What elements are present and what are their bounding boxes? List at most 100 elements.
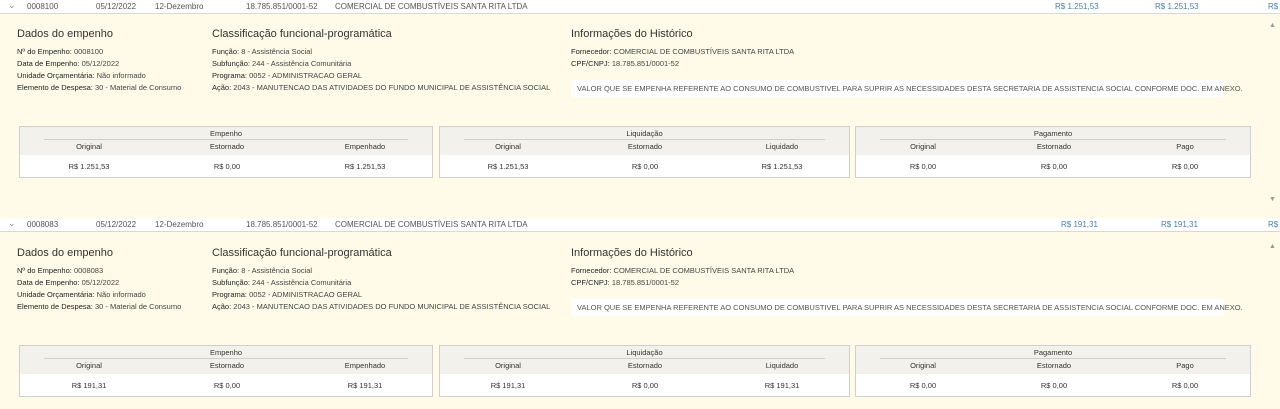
pagamento-card: Pagamento Original Estornado Pago R$ 0,0… [855, 345, 1251, 397]
historico-texto: VALOR QUE SE EMPENHA REFERENTE AO CONSUM… [571, 299, 1243, 316]
row-mes: 12-Dezembro [155, 2, 204, 11]
classificacao-programa: Programa: 0052 - ADMINISTRACAO GERAL [212, 290, 363, 299]
card-value-original: R$ 0,00 [909, 381, 937, 390]
row-valor-liquidado: R$ 1.251,53 [1155, 2, 1199, 11]
card-title: Liquidação [626, 129, 663, 138]
chevron-down-icon[interactable]: ⌄ [8, 0, 16, 11]
historico-fornecedor: Fornecedor: COMERCIAL DE COMBUSTÍVEIS SA… [571, 266, 795, 275]
classificacao-acao: Ação: 2043 - MANUTENCAO DAS ATIVIDADES D… [212, 302, 551, 311]
row-mes: 12-Dezembro [155, 220, 204, 229]
dados-unidade: Unidade Orçamentária: Não informado [17, 290, 146, 299]
row-data: 05/12/2022 [96, 220, 137, 229]
card-title: Empenho [209, 129, 243, 138]
card-divider [44, 139, 408, 140]
card-values: R$ 191,31 R$ 0,00 R$ 191,31 [440, 374, 849, 396]
classificacao-funcao: Função: 8 - Assistência Social [212, 47, 313, 56]
classificacao-subfuncao: Subfunção: 244 - Assistência Comunitária [212, 278, 352, 287]
card-title: Pagamento [1033, 348, 1073, 357]
dados-elemento: Elemento de Despesa: 30 - Material de Co… [17, 302, 182, 311]
card-header-original: Original [910, 361, 936, 370]
card-header-liquidado: Liquidado [765, 361, 799, 370]
historico-title: Informações do Histórico [571, 247, 693, 259]
detail-scrollbar[interactable]: ▲ [1266, 233, 1280, 409]
scroll-up-icon[interactable]: ▲ [1269, 243, 1276, 250]
card-divider [464, 358, 825, 359]
row-valor-pago: R$ [1268, 2, 1279, 11]
classificacao-funcao: Função: 8 - Assistência Social [212, 266, 313, 275]
card-header-estornado: Estornado [1036, 361, 1072, 370]
card-value-empenhado: R$ 191,31 [347, 381, 383, 390]
card-value-original: R$ 1.251,53 [487, 162, 529, 171]
row-numero: 0008100 [27, 2, 59, 11]
card-title: Empenho [209, 348, 243, 357]
card-value-pago: R$ 0,00 [1171, 381, 1199, 390]
card-header-original: Original [76, 361, 102, 370]
detail-scrollbar[interactable]: ▲ ▼ [1266, 14, 1280, 214]
scroll-down-icon[interactable]: ▼ [1269, 196, 1276, 203]
card-header-estornado: Estornado [209, 142, 245, 151]
card-header-original: Original [495, 142, 521, 151]
row-valor-pago: R$ [1268, 220, 1279, 229]
liquidacao-card: Liquidação Original Estornado Liquidado … [439, 345, 850, 397]
card-value-pago: R$ 0,00 [1171, 162, 1199, 171]
row-valor-empenhado: R$ 191,31 [1061, 220, 1098, 229]
card-header-estornado: Estornado [627, 142, 663, 151]
card-values: R$ 0,00 R$ 0,00 R$ 0,00 [856, 374, 1250, 396]
historico-cpf: CPF/CNPJ: 18.785.851/0001-52 [571, 59, 680, 68]
card-value-liquidado: R$ 191,31 [764, 381, 800, 390]
classificacao-programa: Programa: 0052 - ADMINISTRACAO GERAL [212, 71, 363, 80]
classificacao-subfuncao: Subfunção: 244 - Assistência Comunitária [212, 59, 352, 68]
empenho-row[interactable]: ⌄ 0008083 05/12/2022 12-Dezembro 18.785.… [0, 218, 1280, 232]
classificacao-title: Classificação funcional-programática [212, 28, 392, 40]
empenho-card: Empenho Original Estornado Empenhado R$ … [19, 126, 433, 178]
card-value-original: R$ 191,31 [71, 381, 107, 390]
card-values: R$ 1.251,53 R$ 0,00 R$ 1.251,53 [20, 155, 432, 177]
card-value-original: R$ 0,00 [909, 162, 937, 171]
card-divider [880, 358, 1226, 359]
card-header-original: Original [910, 142, 936, 151]
card-value-estornado: R$ 0,00 [631, 381, 659, 390]
card-header-estornado: Estornado [1036, 142, 1072, 151]
card-value-original: R$ 191,31 [490, 381, 526, 390]
pagamento-card: Pagamento Original Estornado Pago R$ 0,0… [855, 126, 1251, 178]
card-divider [44, 358, 408, 359]
scroll-up-icon[interactable]: ▲ [1269, 22, 1276, 29]
empenho-card: Empenho Original Estornado Empenhado R$ … [19, 345, 433, 397]
card-value-liquidado: R$ 1.251,53 [761, 162, 803, 171]
card-values: R$ 1.251,53 R$ 0,00 R$ 1.251,53 [440, 155, 849, 177]
row-numero: 0008083 [27, 220, 59, 229]
row-fornecedor: COMERCIAL DE COMBUSTÍVEIS SANTA RITA LTD… [335, 2, 528, 11]
card-divider [464, 139, 825, 140]
card-header-estornado: Estornado [209, 361, 245, 370]
dados-numero: Nº do Empenho: 0008100 [17, 47, 104, 56]
card-values: R$ 191,31 R$ 0,00 R$ 191,31 [20, 374, 432, 396]
historico-cpf: CPF/CNPJ: 18.785.851/0001-52 [571, 278, 680, 287]
card-header-original: Original [495, 361, 521, 370]
liquidacao-card: Liquidação Original Estornado Liquidado … [439, 126, 850, 178]
row-cnpj: 18.785.851/0001-52 [246, 220, 318, 229]
dados-data: Data de Empenho: 05/12/2022 [17, 278, 120, 287]
row-fornecedor: COMERCIAL DE COMBUSTÍVEIS SANTA RITA LTD… [335, 220, 528, 229]
classificacao-title: Classificação funcional-programática [212, 247, 392, 259]
card-header-empenhado: Empenhado [344, 142, 386, 151]
dados-unidade: Unidade Orçamentária: Não informado [17, 71, 146, 80]
card-title: Liquidação [626, 348, 663, 357]
card-header-pago: Pago [1176, 142, 1194, 151]
card-value-original: R$ 1.251,53 [68, 162, 110, 171]
dados-title: Dados do empenho [17, 247, 114, 259]
card-divider [880, 139, 1226, 140]
card-header-estornado: Estornado [627, 361, 663, 370]
chevron-down-icon[interactable]: ⌄ [8, 218, 16, 229]
card-value-estornado: R$ 0,00 [1040, 162, 1068, 171]
historico-title: Informações do Histórico [571, 28, 693, 40]
card-value-estornado: R$ 0,00 [213, 381, 241, 390]
dados-elemento: Elemento de Despesa: 30 - Material de Co… [17, 83, 182, 92]
card-header-liquidado: Liquidado [765, 142, 799, 151]
historico-fornecedor: Fornecedor: COMERCIAL DE COMBUSTÍVEIS SA… [571, 47, 795, 56]
classificacao-acao: Ação: 2043 - MANUTENCAO DAS ATIVIDADES D… [212, 83, 551, 92]
historico-texto: VALOR QUE SE EMPENHA REFERENTE AO CONSUM… [571, 80, 1243, 97]
empenho-row[interactable]: ⌄ 0008100 05/12/2022 12-Dezembro 18.785.… [0, 0, 1280, 14]
dados-numero: Nº do Empenho: 0008083 [17, 266, 104, 275]
empenho-detail: Dados do empenho Nº do Empenho: 0008083 … [0, 233, 1266, 409]
card-value-estornado: R$ 0,00 [631, 162, 659, 171]
